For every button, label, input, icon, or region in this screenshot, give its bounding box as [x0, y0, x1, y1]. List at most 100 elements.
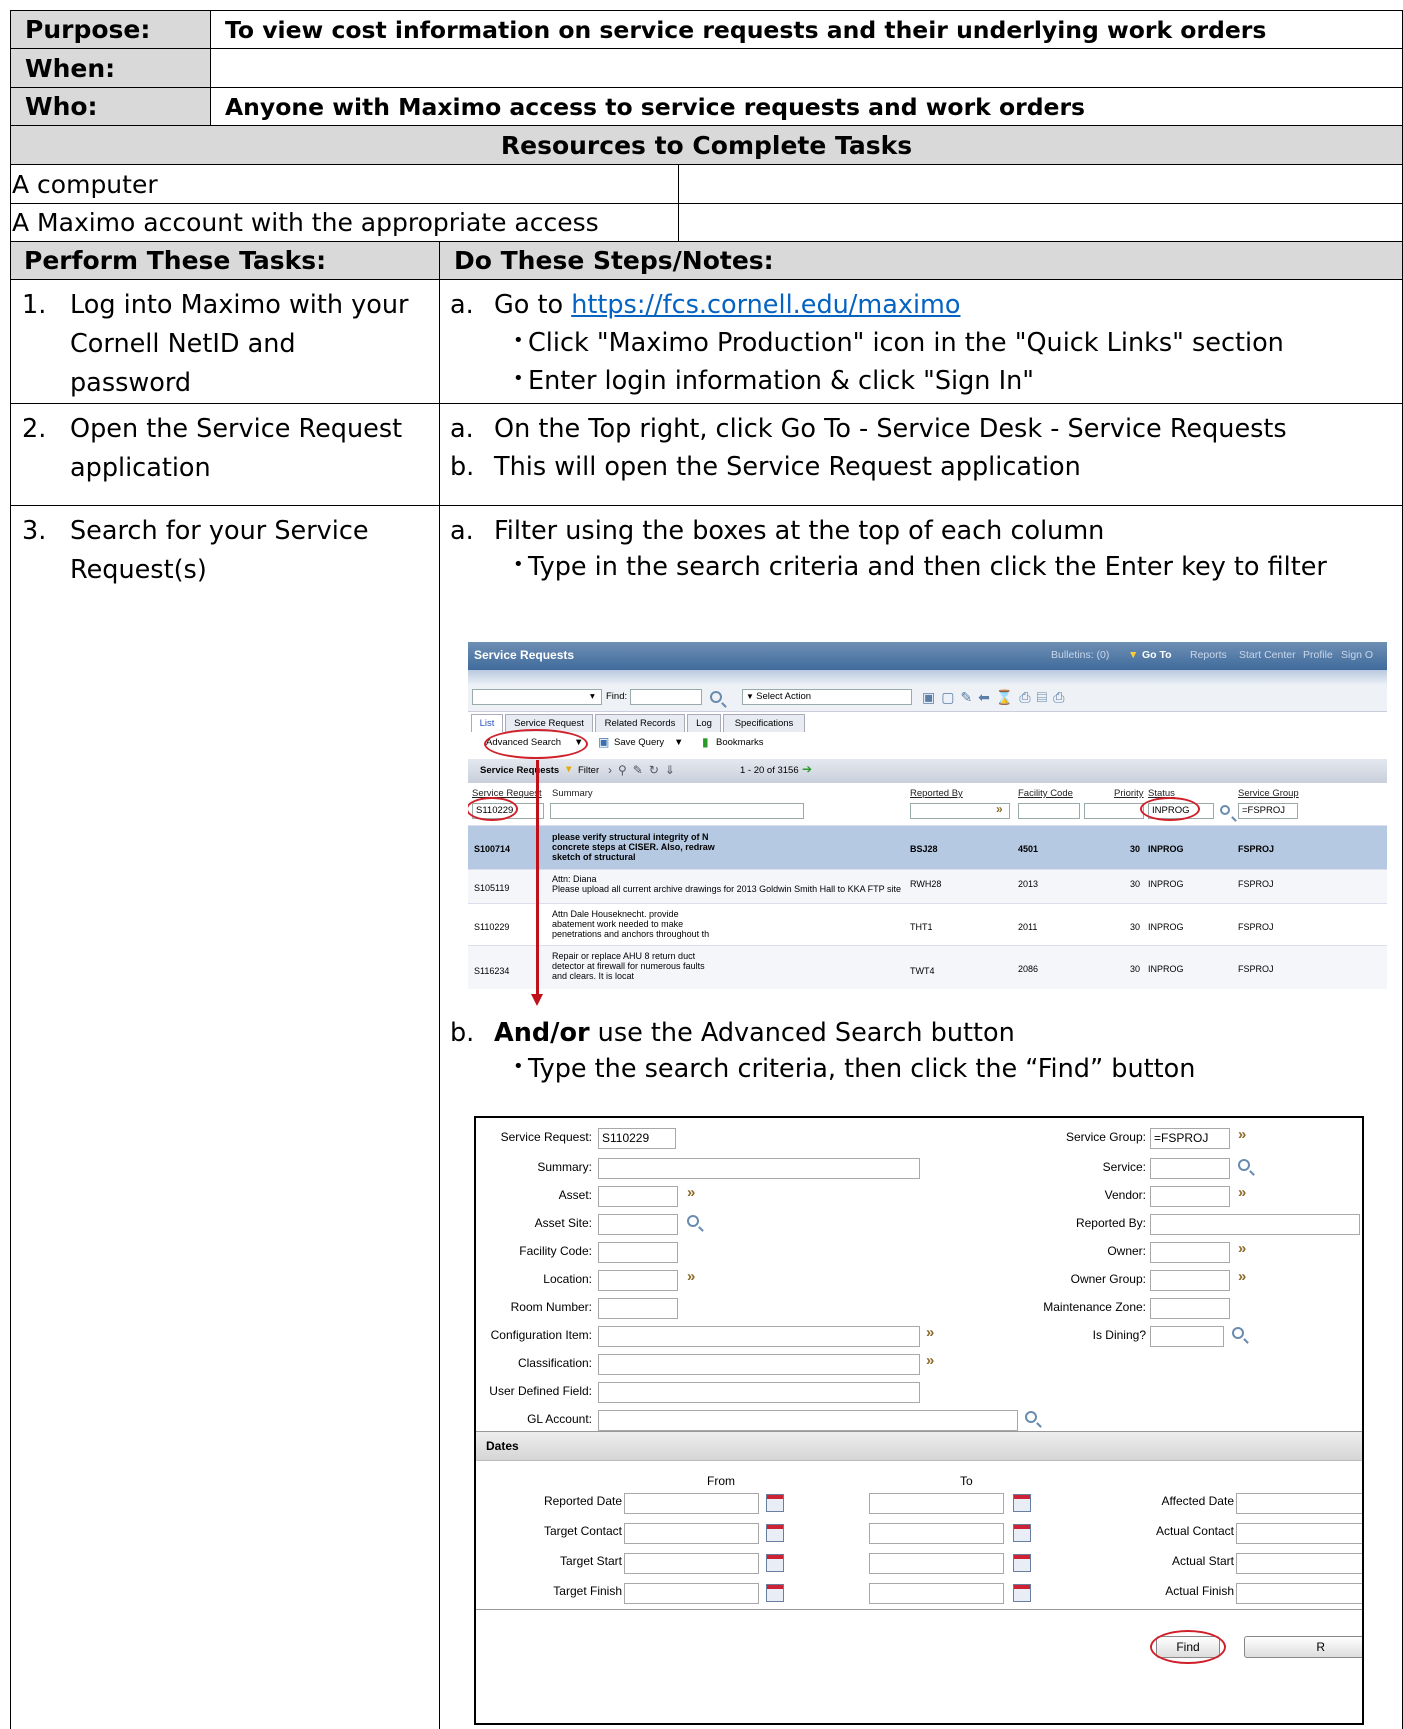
target-finish-from[interactable]	[624, 1583, 759, 1604]
select-action-dropdown[interactable]: ▼ Select Action	[742, 689, 912, 705]
target-start-to[interactable]	[869, 1553, 1004, 1574]
search-icon[interactable]	[710, 691, 722, 703]
search-icon[interactable]	[1238, 1159, 1250, 1171]
summary-filter[interactable]	[550, 803, 804, 819]
table-row[interactable]: S105119 Attn: Diana Please upload all cu…	[468, 869, 1387, 903]
column-header[interactable]: Service Group	[1238, 788, 1299, 799]
search-icon[interactable]	[1220, 805, 1230, 815]
user-defined-field[interactable]	[598, 1382, 920, 1403]
maximo-link[interactable]: https://fcs.cornell.edu/maximo	[571, 290, 960, 320]
tab-bar: List Service Request Related Records Log…	[468, 712, 1387, 732]
target-start-from[interactable]	[624, 1553, 759, 1574]
column-header[interactable]: Reported By	[910, 788, 963, 799]
tab-list[interactable]: List	[471, 714, 503, 732]
table-tool-icons[interactable]: ›⚲✎↻⇓	[608, 763, 681, 777]
actual-start-field[interactable]	[1236, 1553, 1362, 1574]
calendar-icon[interactable]	[766, 1584, 784, 1602]
table-row[interactable]: S116234 Repair or replace AHU 8 return d…	[468, 945, 1387, 989]
double-chevron-icon[interactable]: »	[1238, 1126, 1246, 1143]
reported-date-from[interactable]	[624, 1493, 759, 1514]
actual-finish-field[interactable]	[1236, 1583, 1362, 1604]
calendar-icon[interactable]	[766, 1494, 784, 1512]
calendar-icon[interactable]	[766, 1554, 784, 1572]
service-field[interactable]	[1150, 1158, 1230, 1179]
service-request-field[interactable]: S110229	[598, 1128, 676, 1149]
location-field[interactable]	[598, 1270, 678, 1291]
asset-site-field[interactable]	[598, 1214, 678, 1235]
next-page-icon[interactable]: ➔	[802, 762, 812, 776]
facility-code-field[interactable]	[598, 1242, 678, 1263]
facility-filter[interactable]	[1018, 803, 1080, 819]
app-select[interactable]	[472, 689, 602, 705]
owner-group-field[interactable]	[1150, 1270, 1230, 1291]
table-row[interactable]: S110229 Attn Dale Houseknecht. provide a…	[468, 903, 1387, 945]
service-group-field[interactable]: =FSPROJ	[1150, 1128, 1230, 1149]
table-row[interactable]: S100714 please verify structural integri…	[468, 825, 1387, 869]
maintenance-zone-field[interactable]	[1150, 1298, 1230, 1319]
cancel-button[interactable]: R	[1244, 1636, 1362, 1658]
target-finish-to[interactable]	[869, 1583, 1004, 1604]
bulletins-link[interactable]: Bulletins: (0)	[1051, 649, 1109, 661]
double-chevron-icon[interactable]: »	[1238, 1240, 1246, 1257]
save-query-button[interactable]: Save Query	[614, 737, 664, 748]
profile-link[interactable]: Profile	[1303, 649, 1333, 661]
find-input[interactable]	[630, 689, 702, 705]
calendar-icon[interactable]	[766, 1524, 784, 1542]
step-1-note-a: a. Go to https://fcs.cornell.edu/maximo	[450, 286, 1390, 326]
who-row: Who: Anyone with Maximo access to servic…	[10, 87, 1403, 125]
double-chevron-icon[interactable]: »	[1238, 1268, 1246, 1285]
chevron-down-icon: ▼	[674, 737, 684, 748]
double-chevron-icon[interactable]: »	[926, 1324, 934, 1341]
priority-filter[interactable]	[1084, 803, 1144, 819]
toolbar-icons[interactable]: ▣▢✎⬅⌛⎙▤⎙	[922, 689, 1070, 706]
note-emphasis: And/or	[494, 1018, 590, 1048]
target-contact-from[interactable]	[624, 1523, 759, 1544]
calendar-icon[interactable]	[1013, 1554, 1031, 1572]
note-text: On the Top right, click Go To - Service …	[494, 414, 1287, 444]
field-label: User Defined Field:	[489, 1384, 592, 1398]
field-label: Location:	[543, 1272, 592, 1286]
double-chevron-icon[interactable]: »	[687, 1184, 695, 1201]
double-chevron-icon[interactable]: »	[1238, 1184, 1246, 1201]
service-group-filter[interactable]: =FSPROJ	[1238, 803, 1298, 819]
search-icon[interactable]	[1025, 1411, 1037, 1423]
classification-field[interactable]	[598, 1354, 920, 1375]
calendar-icon[interactable]	[1013, 1584, 1031, 1602]
column-header[interactable]: Summary	[552, 788, 593, 799]
bookmarks-button[interactable]: Bookmarks	[716, 737, 764, 748]
start-center-link[interactable]: Start Center	[1239, 649, 1296, 661]
vendor-field[interactable]	[1150, 1186, 1230, 1207]
goto-menu[interactable]: Go To	[1142, 649, 1172, 661]
summary-field[interactable]	[598, 1158, 920, 1179]
double-chevron-icon[interactable]: »	[926, 1352, 934, 1369]
field-label: Reported By:	[1075, 1216, 1146, 1230]
double-chevron-icon[interactable]: »	[687, 1268, 695, 1285]
tab-log[interactable]: Log	[687, 714, 721, 732]
reported-by-field[interactable]	[1150, 1214, 1360, 1235]
target-contact-to[interactable]	[869, 1523, 1004, 1544]
filter-button[interactable]: Filter	[578, 765, 599, 776]
tab-related-records[interactable]: Related Records	[595, 714, 685, 732]
is-dining-field[interactable]	[1150, 1326, 1224, 1347]
affected-date-field[interactable]	[1236, 1493, 1362, 1514]
asset-field[interactable]	[598, 1186, 678, 1207]
reports-link[interactable]: Reports	[1190, 649, 1227, 661]
search-icon[interactable]	[687, 1215, 699, 1227]
column-header[interactable]: Facility Code	[1018, 788, 1073, 799]
actual-contact-field[interactable]	[1236, 1523, 1362, 1544]
date-label: Target Finish	[553, 1584, 622, 1598]
configuration-item-field[interactable]	[598, 1326, 920, 1347]
reported-date-to[interactable]	[869, 1493, 1004, 1514]
room-number-field[interactable]	[598, 1298, 678, 1319]
double-chevron-icon[interactable]: »	[996, 802, 1003, 816]
column-header[interactable]: Priority	[1114, 788, 1144, 799]
tab-specifications[interactable]: Specifications	[723, 714, 805, 732]
resource-item: A computer	[12, 169, 158, 199]
calendar-icon[interactable]	[1013, 1524, 1031, 1542]
search-icon[interactable]	[1232, 1327, 1244, 1339]
calendar-icon[interactable]	[1013, 1494, 1031, 1512]
gl-account-field[interactable]	[598, 1410, 1018, 1431]
reported-by-filter[interactable]	[910, 803, 1010, 819]
sign-out-link[interactable]: Sign O	[1341, 649, 1373, 661]
owner-field[interactable]	[1150, 1242, 1230, 1263]
